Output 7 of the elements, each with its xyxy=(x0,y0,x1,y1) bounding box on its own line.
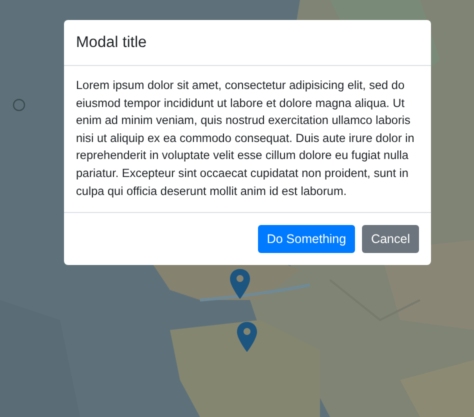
circle-marker-icon[interactable] xyxy=(12,98,26,112)
modal-body-text: Lorem ipsum dolor sit amet, consectetur adipisicing elit, sed do eiusmod tempor incididunt ut labore et dolore magna aliqua. Ut enim ad minim veniam, quis nostrud exercitation ullamco laboris nisi ut aliquip ex ea commodo consequat. Duis aute irure dolor in reprehenderit in voluptate velit esse cillum dolore eu fugiat nulla pariatur. Excepteur sint occaecat cupidatat non proident, sunt in culpa qui officia deserunt mollit anim id est laborum. xyxy=(76,77,416,200)
do-something-button[interactable]: Do Something xyxy=(258,225,356,254)
map-pin-icon[interactable] xyxy=(237,322,257,352)
cancel-button[interactable]: Cancel xyxy=(362,225,419,254)
map-pin-icon[interactable] xyxy=(230,269,250,299)
modal-title: Modal title xyxy=(76,34,147,51)
